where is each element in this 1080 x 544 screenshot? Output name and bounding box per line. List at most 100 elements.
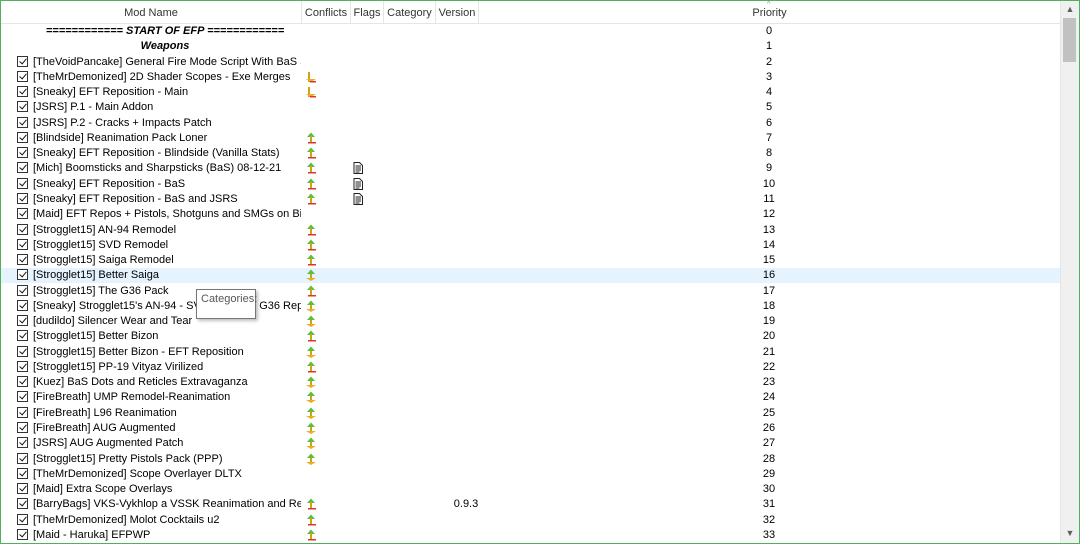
mod-row[interactable]: [TheMrDemonized] 2D Shader Scopes - Exe … [1,70,1060,85]
mod-row[interactable]: [Strogglet15] Saiga Remodel 15 [1,253,1060,268]
mod-priority: 29 [762,467,776,480]
mod-enabled-checkbox[interactable] [17,116,28,128]
mod-enabled-checkbox[interactable] [17,147,28,159]
mod-name: [Mich] Boomsticks and Sharpsticks (BaS) … [33,162,282,175]
mod-row[interactable]: [Kuez] BaS Dots and Reticles Extravaganz… [1,375,1060,390]
mod-row[interactable]: [TheMrDemonized] Molot Cocktails u2 32 [1,513,1060,528]
column-header-version[interactable]: Version [436,1,479,23]
mod-enabled-checkbox[interactable] [17,192,28,204]
categories-tooltip: Categories: [196,289,257,319]
separator-label: ============ START OF EFP ============ [45,25,285,37]
separator-row[interactable]: ============ START OF EFP ============ 0 [1,24,1060,39]
mod-enabled-checkbox[interactable] [17,299,28,311]
mod-row[interactable]: [Strogglet15] Better Saiga 16 [1,268,1060,284]
conflict-overwritten-icon [305,71,317,83]
mod-enabled-checkbox[interactable] [17,437,28,449]
mod-row[interactable]: [Strogglet15] PP-19 Vityaz Virilized 22 [1,360,1060,375]
mod-row[interactable]: [Strogglet15] Better Bizon - EFT Reposit… [1,345,1060,360]
mod-row[interactable]: [Strogglet15] Better Bizon 20 [1,329,1060,344]
mod-enabled-checkbox[interactable] [17,208,28,220]
mod-name: [TheMrDemonized] 2D Shader Scopes - Exe … [33,70,291,83]
mod-row[interactable]: [Mich] Boomsticks and Sharpsticks (BaS) … [1,161,1060,176]
mod-row[interactable]: [JSRS] P.2 - Cracks + Impacts Patch 6 [1,116,1060,131]
scroll-up-arrow-icon[interactable]: ▲ [1061,1,1079,17]
conflict-mixed-icon [305,147,317,159]
mod-row[interactable]: [Sneaky] EFT Reposition - Blindside (Van… [1,146,1060,161]
mod-priority: 0 [765,25,773,37]
mod-priority: 24 [762,391,776,404]
conflict-overwritten-icon [305,86,317,98]
mod-enabled-checkbox[interactable] [17,86,28,98]
mod-row[interactable]: [Strogglet15] AN-94 Remodel 13 [1,223,1060,238]
vertical-scrollbar[interactable]: ▲ ▼ [1060,1,1079,543]
separator-row[interactable]: Weapons 1 [1,39,1060,54]
mod-enabled-checkbox[interactable] [17,376,28,388]
mod-row[interactable]: [BarryBags] VKS-Vykhlop a VSSK Reanimati… [1,497,1060,512]
mod-priority: 10 [762,177,776,190]
mod-row[interactable]: [dudildo] Silencer Wear and Tear 19 [1,314,1060,329]
mod-enabled-checkbox[interactable] [17,177,28,189]
mod-row[interactable]: [JSRS] P.1 - Main Addon 5 [1,100,1060,115]
mod-row[interactable]: [Sneaky] EFT Reposition - BaS and JSRS 11 [1,192,1060,207]
mod-row[interactable]: [FireBreath] UMP Remodel-Reanimation 24 [1,390,1060,405]
conflict-mixed-icon [305,132,317,144]
mod-priority: 15 [762,254,776,267]
scrollbar-thumb[interactable] [1063,18,1076,62]
mod-name: [Strogglet15] The G36 Pack [33,284,169,297]
mod-row[interactable]: [Maid - Haruka] EFPWP 33 [1,528,1060,543]
mod-row[interactable]: [Strogglet15] SVD Remodel 14 [1,238,1060,253]
mod-enabled-checkbox[interactable] [17,131,28,143]
mod-enabled-checkbox[interactable] [17,483,28,495]
conflict-overwrite-icon [305,300,317,312]
mod-enabled-checkbox[interactable] [17,223,28,235]
mod-row[interactable]: [Sneaky] EFT Reposition - Main 4 [1,85,1060,100]
scroll-down-arrow-icon[interactable]: ▼ [1061,525,1079,541]
mod-enabled-checkbox[interactable] [17,406,28,418]
mod-enabled-checkbox[interactable] [17,269,28,281]
mod-enabled-checkbox[interactable] [17,101,28,113]
mod-name: [Sneaky] Strogglet15's AN-94 - SVD - Sai… [33,299,301,312]
mod-row[interactable]: [JSRS] AUG Augmented Patch 27 [1,436,1060,451]
mod-enabled-checkbox[interactable] [17,254,28,266]
mod-priority: 32 [762,513,776,526]
mod-enabled-checkbox[interactable] [17,422,28,434]
mod-enabled-checkbox[interactable] [17,360,28,372]
mod-row[interactable]: [Sneaky] Strogglet15's AN-94 - SVD - Sai… [1,299,1060,314]
mod-name: [Sneaky] EFT Reposition - BaS [33,177,186,190]
mod-enabled-checkbox[interactable] [17,238,28,250]
mod-row[interactable]: [FireBreath] L96 Reanimation 25 [1,406,1060,421]
mod-row[interactable]: [Blindside] Reanimation Pack Loner 7 [1,131,1060,146]
mod-list-window: Mod Name Conflicts Flags Category Versio… [0,0,1080,544]
mod-enabled-checkbox[interactable] [17,467,28,479]
mod-enabled-checkbox[interactable] [17,345,28,357]
mod-enabled-checkbox[interactable] [17,452,28,464]
mod-row[interactable]: [TheVoidPancake] General Fire Mode Scrip… [1,55,1060,70]
column-header-mod-name[interactable]: Mod Name [1,1,302,23]
mod-enabled-checkbox[interactable] [17,528,28,540]
mod-row[interactable]: [Maid] Extra Scope Overlays 30 [1,482,1060,497]
mod-enabled-checkbox[interactable] [17,513,28,525]
mod-row[interactable]: [FireBreath] AUG Augmented 26 [1,421,1060,436]
mod-enabled-checkbox[interactable] [17,391,28,403]
mod-enabled-checkbox[interactable] [17,70,28,82]
mod-row[interactable]: [Maid] EFT Repos + Pistols, Shotguns and… [1,207,1060,222]
mod-enabled-checkbox[interactable] [17,315,28,327]
mod-row[interactable]: [Sneaky] EFT Reposition - BaS 10 [1,177,1060,192]
mod-row[interactable]: [Strogglet15] Pretty Pistols Pack (PPP) 2… [1,452,1060,467]
mod-enabled-checkbox[interactable] [17,330,28,342]
column-header-category[interactable]: Category [384,1,436,23]
mod-enabled-checkbox[interactable] [17,284,28,296]
mod-priority: 9 [765,162,773,175]
mod-enabled-checkbox[interactable] [17,55,28,67]
column-header-flags[interactable]: Flags [351,1,384,23]
mod-row[interactable]: [Strogglet15] The G36 Pack 17 [1,284,1060,299]
mod-priority: 33 [762,528,776,541]
mod-priority: 5 [765,101,773,114]
column-header-bar: Mod Name Conflicts Flags Category Versio… [1,1,1060,24]
mod-enabled-checkbox[interactable] [17,162,28,174]
mod-enabled-checkbox[interactable] [17,498,28,510]
column-header-conflicts[interactable]: Conflicts [302,1,351,23]
mod-priority: 20 [762,330,776,343]
mod-priority: 14 [762,238,776,251]
mod-row[interactable]: [TheMrDemonized] Scope Overlayer DLTX 29 [1,467,1060,482]
